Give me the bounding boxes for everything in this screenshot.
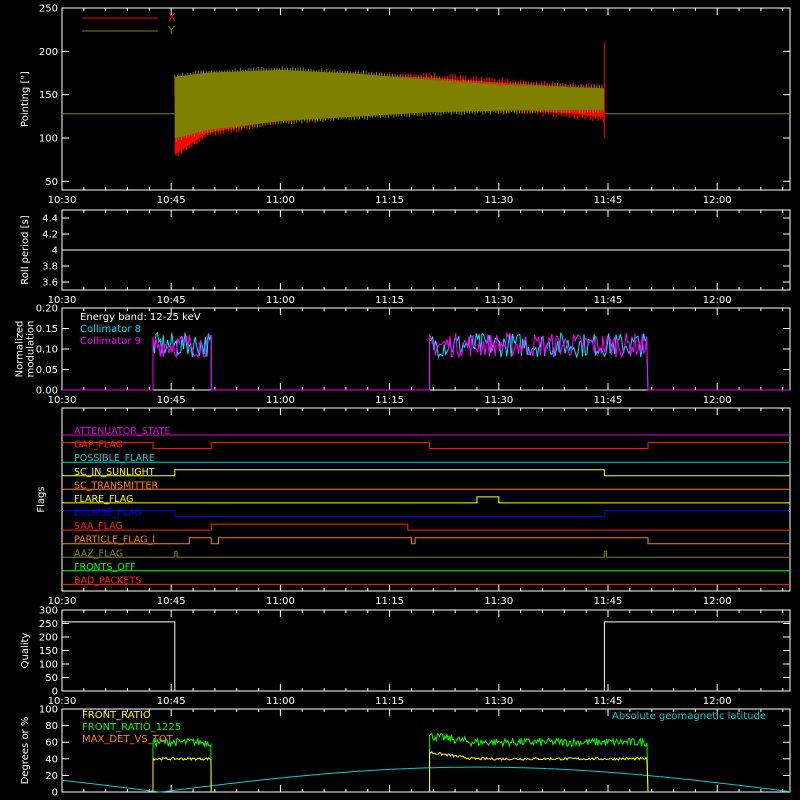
y-axis-label: Roll period [s] [20,215,31,284]
y-tick-label: 0.20 [36,304,58,315]
y-tick-label: 20 [45,771,58,782]
flag-label: PARTICLE_FLAG_I [74,535,155,546]
y-tick-label: 300 [39,606,58,617]
y-tick-label: 40 [45,754,58,765]
y-tick-label: 100 [39,134,58,145]
time-tick-label: 10:45 [157,596,186,607]
y-tick-label: 250 [39,619,58,630]
time-tick-label: 10:45 [157,195,186,206]
flag-label: FLARE_FLAG [74,494,134,505]
y-tick-label: 3.8 [42,262,58,273]
legend-label-collimator: Collimator 9 [80,336,141,347]
time-tick-label: 11:30 [484,195,513,206]
time-tick-label: 11:30 [484,696,513,707]
flag-label: POSSIBLE_FLARE [74,453,155,464]
y-tick-label: 200 [39,47,58,58]
flag-label: ATTENUATOR_STATE [74,426,170,437]
flag-label: SAA_FLAG [74,521,123,532]
y-tick-label: 150 [39,90,58,101]
energy-band-annotation: Energy band: 12-25 keV [80,312,201,323]
y-tick-label: 100 [39,660,58,671]
y-tick-label: 250 [39,4,58,15]
y-tick-label: 0.15 [36,324,58,335]
y-tick-label: 50 [45,673,58,684]
quicklook-figure: 10:30 10:45 11:00 11:15 11:30 11:45 12:00 50 100… [0,0,800,800]
time-tick-label: 11:30 [484,596,513,607]
time-tick-label: 11:15 [375,395,404,406]
time-tick-label: 12:00 [703,195,732,206]
y-axis-label: Pointing ["] [20,71,31,127]
time-tick-label: 10:30 [48,395,77,406]
flag-label: FRONTS_OFF [74,562,136,573]
time-tick-label: 11:30 [484,295,513,306]
time-tick-label: 11:00 [266,195,295,206]
legend-label-ratio: MAX_DET_VS_TOT [82,734,174,745]
geomagnetic-latitude-annotation: Absolute geomagnetic latitude [612,711,766,722]
y-tick-label: 3.6 [42,278,58,289]
legend-label-ratio: FRONT_RATIO [82,710,151,721]
time-tick-label: 10:45 [157,295,186,306]
y-tick-label: 4.4 [42,214,58,225]
time-tick-label: 11:45 [594,596,623,607]
time-tick-label: 11:15 [375,195,404,206]
y-tick-label: 4.2 [42,230,58,241]
time-tick-label: 12:00 [703,395,732,406]
y-tick-label: 100 [39,705,58,716]
time-tick-label: 10:45 [157,395,186,406]
y-axis-label: Flags [36,486,47,512]
flag-label: BAD_PACKETS [74,575,141,586]
time-tick-label: 12:00 [703,696,732,707]
flag-label: ECLIPSE_FLAG [74,508,142,519]
y-axis-label: Degrees or % [20,717,31,785]
y-tick-label: 0.10 [36,345,58,356]
time-tick-label: 10:30 [48,195,77,206]
time-tick-label: 12:00 [703,596,732,607]
flag-label: SC_IN_SUNLIGHT [74,467,155,478]
y-tick-label: 0 [52,788,58,799]
time-tick-label: 12:00 [703,295,732,306]
time-tick-label: 11:45 [594,696,623,707]
y-tick-label: 0.00 [36,386,58,397]
time-tick-label: 11:00 [266,395,295,406]
time-tick-label: 11:15 [375,696,404,707]
flag-label: AAZ_FLAG [74,548,123,559]
legend-label-x: X [168,11,176,24]
legend-label-y: Y [167,24,175,37]
legend-label-collimator: Collimator 8 [80,324,141,335]
time-tick-label: 11:45 [594,295,623,306]
time-tick-label: 11:30 [484,395,513,406]
y-tick-label: 0 [52,687,58,698]
legend-label-ratio: FRONT_RATIO_1225 [82,722,181,733]
y-tick-label: 150 [39,646,58,657]
time-tick-label: 11:45 [594,195,623,206]
y-tick-label: 4 [52,246,58,257]
time-tick-label: 11:45 [594,395,623,406]
y-axis-label: Quality [20,633,31,669]
time-tick-label: 10:45 [157,696,186,707]
y-axis-label: Normalized [15,321,26,378]
flag-label: GAP_FLAG [74,440,123,451]
time-tick-label: 11:00 [266,596,295,607]
y-tick-label: 80 [45,721,58,732]
y-axis-label: modulation [26,321,37,378]
y-tick-label: 0.05 [36,365,58,376]
flag-label: SC_TRANSMITTER [74,480,159,491]
time-tick-label: 11:15 [375,596,404,607]
y-tick-label: 50 [45,177,58,188]
time-tick-label: 11:00 [266,295,295,306]
time-tick-label: 11:15 [375,295,404,306]
time-tick-label: 11:00 [266,696,295,707]
y-tick-label: 60 [45,738,58,749]
y-tick-label: 200 [39,633,58,644]
